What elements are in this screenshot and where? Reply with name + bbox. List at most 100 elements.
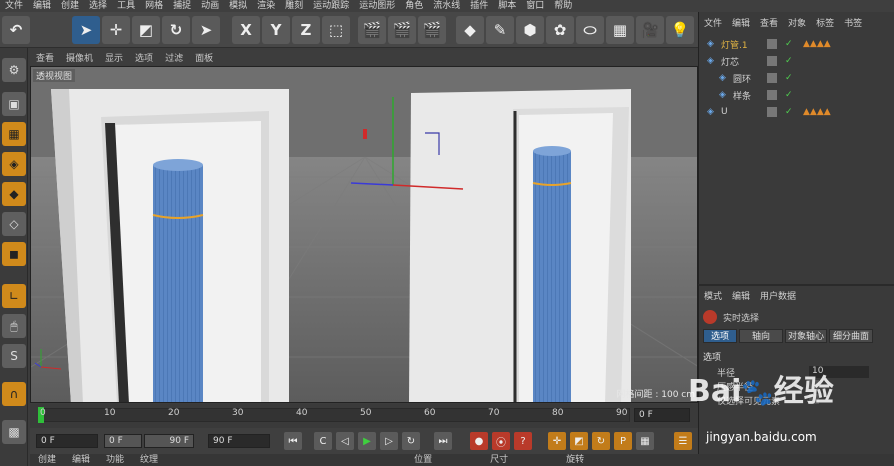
bottom-tab-2[interactable]: 功能 [98,454,132,466]
range-end-field[interactable]: 90 F [144,434,194,448]
viewport-menu-item-3[interactable]: 选项 [129,51,159,64]
coordinates-tab-0[interactable]: 位置 [406,454,482,466]
menu-item-14[interactable]: 流水线 [428,0,465,12]
menu-item-9[interactable]: 渲染 [252,0,280,12]
menu-item-5[interactable]: 网格 [140,0,168,12]
visibility-toggle[interactable] [767,73,777,83]
frame-object-right[interactable] [409,89,631,403]
menu-item-1[interactable]: 编辑 [28,0,56,12]
object-manager-tab-4[interactable]: 标签 [811,16,839,30]
menu-item-13[interactable]: 角色 [400,0,428,12]
bottom-tab-1[interactable]: 编辑 [64,454,98,466]
next-frame-button[interactable]: ▷ [380,432,398,450]
tweak-mode-button[interactable]: 🖱 [2,314,26,338]
keyframe-selection-button[interactable]: ? [514,432,532,450]
prev-frame-button[interactable]: ◁ [336,432,354,450]
start-frame-field[interactable]: 0 F [36,434,98,448]
prev-key-button[interactable]: C [314,432,332,450]
key-pla-button[interactable]: ▦ [636,432,654,450]
menu-item-3[interactable]: 选择 [84,0,112,12]
subdivision-button[interactable]: ⬢ [516,16,544,44]
object-manager-tab-2[interactable]: 查看 [755,16,783,30]
rotate-tool-button[interactable]: ↻ [162,16,190,44]
workplane-mode-button[interactable]: ◈ [2,152,26,176]
make-editable-button[interactable]: ⚙ [2,58,26,82]
deformer-button[interactable]: ⬭ [576,16,604,44]
model-mode-button[interactable]: ▣ [2,92,26,116]
axis-mode-button[interactable]: ∟ [2,284,26,308]
magnet-button[interactable]: ∩ [2,382,26,406]
enabled-check-icon[interactable]: ✓ [785,107,793,117]
enabled-check-icon[interactable]: ✓ [785,39,793,49]
edges-mode-button[interactable]: ◇ [2,212,26,236]
viewport-menu-item-5[interactable]: 面板 [189,51,219,64]
goto-start-button[interactable]: ⏮ [284,432,302,450]
camera-button[interactable]: 🎥 [636,16,664,44]
menu-item-4[interactable]: 工具 [112,0,140,12]
object-manager-tab-0[interactable]: 文件 [699,16,727,30]
render-view-button[interactable]: 🎬 [358,16,386,44]
object-row[interactable]: ◈ U ✓ ▲▲▲▲ [699,104,894,120]
key-parameter-button[interactable]: P [614,432,632,450]
polygons-mode-button[interactable]: ◼ [2,242,26,266]
z-axis-button[interactable]: Z [292,16,320,44]
menu-item-12[interactable]: 运动图形 [354,0,400,12]
attribute-subtab-2[interactable]: 对象轴心 [785,329,827,343]
end-frame-field[interactable]: 90 F [208,434,270,448]
key-scale-button[interactable]: ◩ [570,432,588,450]
range-start-field[interactable]: 0 F [104,434,142,448]
menu-item-2[interactable]: 创建 [56,0,84,12]
key-position-button[interactable]: ✛ [548,432,566,450]
record-button[interactable]: ● [470,432,488,450]
attribute-subtab-1[interactable]: 轴向 [739,329,783,343]
enabled-check-icon[interactable]: ✓ [785,90,793,100]
viewport-menu-item-0[interactable]: 查看 [30,51,60,64]
move-tool-button[interactable]: ✛ [102,16,130,44]
x-axis-button[interactable]: X [232,16,260,44]
autokey-button[interactable]: ⦿ [492,432,510,450]
cube-object-button[interactable]: ◆ [456,16,484,44]
menu-item-8[interactable]: 模拟 [224,0,252,12]
enabled-check-icon[interactable]: ✓ [785,56,793,66]
object-manager-tab-5[interactable]: 书签 [839,16,867,30]
y-axis-button[interactable]: Y [262,16,290,44]
light-button[interactable]: 💡 [666,16,694,44]
floor-button[interactable]: ▦ [606,16,634,44]
pen-spline-button[interactable]: ✎ [486,16,514,44]
bottom-tab-3[interactable]: 纹理 [132,454,166,466]
light-tube-right[interactable] [532,146,572,403]
light-tube-left[interactable] [152,159,204,403]
object-manager-tab-3[interactable]: 对象 [783,16,811,30]
visibility-toggle[interactable] [767,56,777,66]
snap-button[interactable]: S [2,344,26,368]
menu-item-10[interactable]: 雕刻 [280,0,308,12]
object-row[interactable]: ◈ 灯管.1 ✓ ▲▲▲▲ [699,36,894,52]
next-key-button[interactable]: ↻ [402,432,420,450]
viewport-menu-item-2[interactable]: 显示 [99,51,129,64]
attribute-subtab-0[interactable]: 选项 [703,329,737,343]
coordinates-tab-2[interactable]: 旋转 [558,454,634,466]
render-settings-button[interactable]: 🎬 [418,16,446,44]
enabled-check-icon[interactable]: ✓ [785,73,793,83]
menu-item-16[interactable]: 脚本 [493,0,521,12]
object-row[interactable]: ◈ 样条 ✓ [699,87,894,103]
menu-item-18[interactable]: 帮助 [549,0,577,12]
select-tool-button[interactable]: ➤ [72,16,100,44]
menu-item-6[interactable]: 捕捉 [168,0,196,12]
viewport-menu-item-4[interactable]: 过滤 [159,51,189,64]
tag-icons[interactable]: ▲▲▲▲ [803,39,831,49]
object-row[interactable]: ◈ 灯芯 ✓ [699,53,894,69]
goto-end-button[interactable]: ⏭ [434,432,452,450]
object-manager-tab-1[interactable]: 编辑 [727,16,755,30]
scale-tool-button[interactable]: ◩ [132,16,160,44]
viewport-menu-item-1[interactable]: 摄像机 [60,51,99,64]
coordinates-tab-1[interactable]: 尺寸 [482,454,558,466]
array-button[interactable]: ✿ [546,16,574,44]
current-frame-field[interactable]: 0 F [634,408,690,422]
attribute-subtab-3[interactable]: 细分曲面 [829,329,873,343]
menu-item-7[interactable]: 动画 [196,0,224,12]
visibility-toggle[interactable] [767,90,777,100]
play-button[interactable]: ▶ [358,432,376,450]
perspective-viewport[interactable]: 透视视图 网格间距 : 100 cm [30,66,698,403]
menu-item-17[interactable]: 窗口 [521,0,549,12]
